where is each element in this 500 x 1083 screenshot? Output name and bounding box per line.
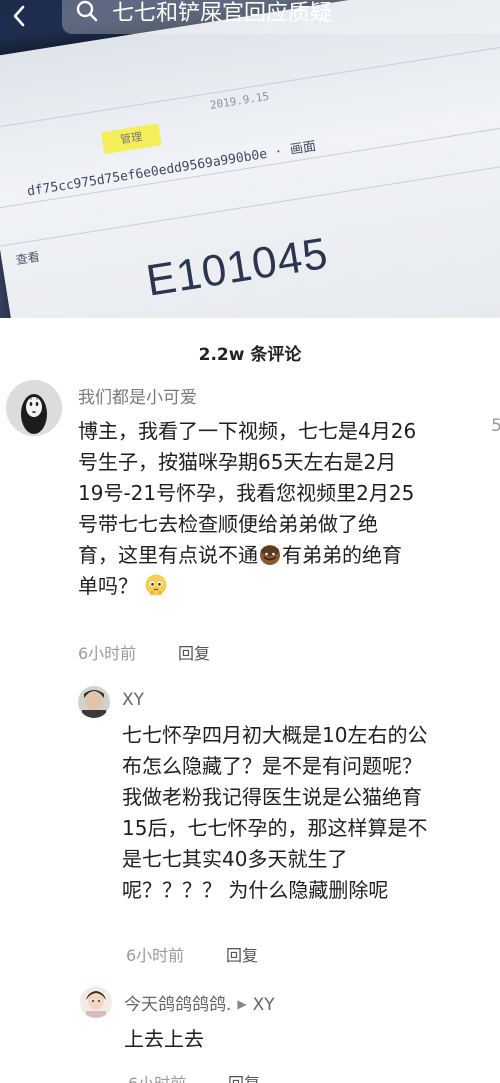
comment-text: 博主，我看了一下视频，七七是4月26 号生子，按猫咪孕期65天左右是2月 19号…: [78, 419, 417, 598]
search-query: 七七和铲屎官回应质疑: [112, 1, 333, 26]
comment-username[interactable]: XY: [122, 690, 144, 710]
comments-count-title: 2.2w 条评论: [198, 345, 302, 365]
monitor-screen: 2019.9.15 管理 df75cc975d75ef6e0edd9569a99…: [0, 0, 500, 318]
avatar[interactable]: [78, 686, 110, 718]
reply-button[interactable]: 回复: [226, 942, 258, 966]
comment-text: 七七怀孕四月初大概是10左右的公 布怎么隐藏了？是不是有问题呢？ 我做老粉我记得…: [122, 723, 428, 902]
screen-code: E101045: [143, 228, 332, 306]
comment-time: 6小时前: [126, 946, 185, 965]
reply-button[interactable]: 回复: [228, 1070, 260, 1083]
doge-face-emoji-icon: [258, 542, 282, 566]
avatar[interactable]: [80, 986, 112, 1018]
like-count-partial: 5: [491, 416, 500, 436]
back-arrow-icon[interactable]: [8, 4, 32, 28]
comment-time: 6小时前: [78, 644, 137, 663]
screen-date: 2019.9.15: [209, 89, 270, 112]
search-icon: [76, 0, 98, 22]
screen-view-link: 查看: [14, 249, 41, 268]
comment-time: 6小时前: [128, 1070, 186, 1083]
screen-tag: 管理: [100, 123, 162, 155]
screen-hash: df75cc975d75ef6e0edd9569a990b0e · 画面: [26, 139, 318, 200]
comment-text: 上去上去: [124, 1027, 204, 1051]
comment-username[interactable]: 今天鸽鸽鸽鸽. ▶ XY: [124, 990, 275, 1015]
reply-button[interactable]: 回复: [178, 640, 210, 664]
comment-username[interactable]: 我们都是小可爱: [78, 383, 197, 408]
pleading-face-emoji-icon: [144, 573, 168, 597]
search-bar[interactable]: 七七和铲屎官回应质疑: [62, 0, 500, 34]
comments-sheet: 2.2w 条评论 我们都是小可爱 5 博主，我看了一下视频，七七是4月26 号生…: [0, 318, 500, 1083]
avatar[interactable]: [6, 380, 62, 436]
video-frame[interactable]: 2019.9.15 管理 df75cc975d75ef6e0edd9569a99…: [0, 0, 500, 318]
reply-arrow-icon: ▶: [237, 997, 247, 1011]
